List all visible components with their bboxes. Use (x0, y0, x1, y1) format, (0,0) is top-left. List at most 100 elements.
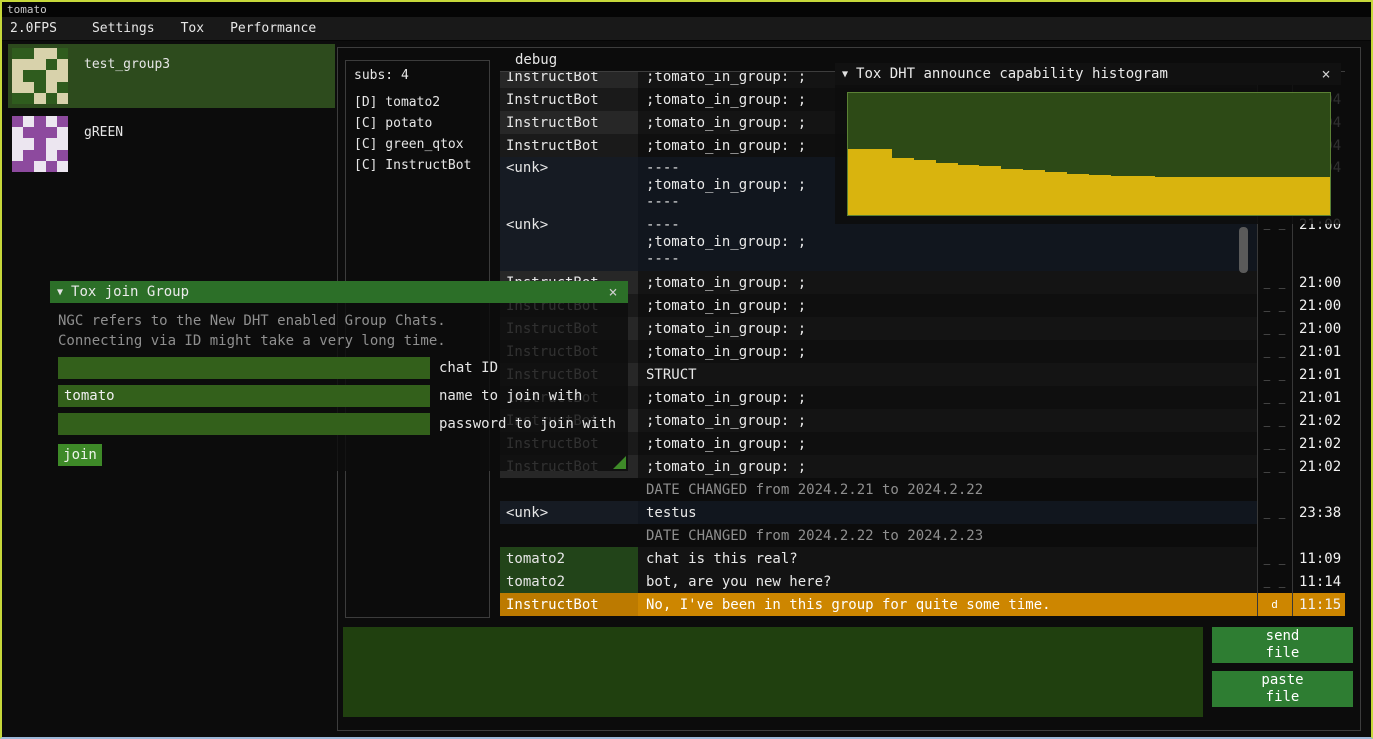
message-text: bot, are you new here? (638, 570, 1257, 593)
app-window: tomato 2.0FPS Settings Tox Performance t… (0, 0, 1373, 739)
resize-grip[interactable] (613, 456, 626, 469)
chat-id-input[interactable] (58, 357, 430, 379)
message-flags: _ _ (1257, 317, 1292, 340)
message-author: tomato2 (500, 547, 638, 570)
message-time: 21:01 (1292, 363, 1345, 386)
info-line: NGC refers to the New DHT enabled Group … (58, 311, 620, 331)
field-row: chat ID (58, 357, 620, 379)
message-author: <unk> (500, 501, 638, 524)
chat-message-row[interactable]: <unk> testus _ _ 23:38 (500, 501, 1345, 524)
message-flags (1257, 478, 1292, 501)
menu-item-tox[interactable]: Tox (168, 21, 217, 36)
paste-file-button[interactable]: paste file (1212, 671, 1353, 707)
chat-message-row[interactable]: InstructBot No, I've been in this group … (500, 593, 1345, 616)
message-author: InstructBot (500, 134, 638, 157)
message-author: <unk> (500, 157, 638, 214)
histogram-bar (979, 166, 1001, 215)
message-flags: _ _ (1257, 271, 1292, 294)
histogram-bar (1177, 177, 1199, 215)
group-avatar (12, 116, 68, 172)
histogram-bar (848, 149, 870, 215)
histogram-bar (1155, 177, 1177, 215)
chat-message-row[interactable]: tomato2 bot, are you new here? _ _ 11:14 (500, 570, 1345, 593)
histogram-bar (870, 149, 892, 215)
histogram-window-titlebar[interactable]: ▼ Tox DHT announce capability histogram … (835, 63, 1341, 85)
histogram-bar (914, 160, 936, 215)
message-time (1292, 524, 1345, 547)
tab-debug[interactable]: debug (500, 50, 567, 70)
message-time: 21:02 (1292, 455, 1345, 478)
message-time: 11:15 (1292, 593, 1345, 616)
histogram-bar (1111, 176, 1133, 215)
message-text: ;tomato_in_group: ; (638, 317, 1257, 340)
message-flags: d (1257, 593, 1292, 616)
join-password-input[interactable] (58, 413, 430, 435)
join-fields: chat ID tomato name to join with passwor… (58, 357, 620, 435)
group-item-test_group3[interactable]: test_group3 (8, 44, 335, 108)
histogram-bar (1308, 177, 1330, 215)
close-icon[interactable]: × (1318, 65, 1334, 83)
collapse-arrow-icon[interactable]: ▼ (842, 69, 848, 80)
chat-message-row[interactable]: DATE CHANGED from 2024.2.21 to 2024.2.22 (500, 478, 1345, 501)
member-instructbot[interactable]: [C] InstructBot (346, 155, 489, 176)
histogram-bar (958, 165, 980, 215)
message-time: 21:01 (1292, 340, 1345, 363)
histogram-bar (1023, 170, 1045, 215)
message-text: DATE CHANGED from 2024.2.22 to 2024.2.23 (638, 524, 1257, 547)
histogram-bar (1264, 177, 1286, 215)
message-time: 21:00 (1292, 294, 1345, 317)
chat-message-row[interactable]: DATE CHANGED from 2024.2.22 to 2024.2.23 (500, 524, 1345, 547)
message-text: ;tomato_in_group: ; (638, 432, 1257, 455)
dht-histogram-plot (847, 92, 1331, 216)
message-flags: _ _ (1257, 570, 1292, 593)
message-time: 21:02 (1292, 409, 1345, 432)
field-label: name to join with (439, 388, 582, 404)
member-tomato2[interactable]: [D] tomato2 (346, 92, 489, 113)
chat-message-row[interactable]: tomato2 chat is this real? _ _ 11:09 (500, 547, 1345, 570)
message-time: 21:00 (1292, 271, 1345, 294)
menu-item-performance[interactable]: Performance (217, 21, 329, 36)
group-item-green[interactable]: gREEN (8, 112, 335, 176)
message-text: ;tomato_in_group: ; (638, 409, 1257, 432)
message-time (1292, 478, 1345, 501)
member-potato[interactable]: [C] potato (346, 113, 489, 134)
menu-bar: 2.0FPS Settings Tox Performance (2, 17, 1371, 41)
histogram-bar (1199, 177, 1221, 215)
histogram-bar (1220, 177, 1242, 215)
join-window-titlebar[interactable]: ▼ Tox join Group × (50, 281, 628, 303)
message-flags: _ _ (1257, 501, 1292, 524)
join-button[interactable]: join (58, 444, 102, 466)
message-flags: _ _ (1257, 340, 1292, 363)
join-name-input[interactable]: tomato (58, 385, 430, 407)
join-window-title: Tox join Group (71, 284, 605, 300)
message-time: 21:01 (1292, 386, 1345, 409)
field-row: password to join with (58, 413, 620, 435)
message-flags: _ _ (1257, 455, 1292, 478)
menu-items: Settings Tox Performance (79, 21, 329, 36)
message-time: 21:00 (1292, 317, 1345, 340)
close-icon[interactable]: × (605, 283, 621, 301)
member-green-qtox[interactable]: [C] green_qtox (346, 134, 489, 155)
message-author: tomato2 (500, 570, 638, 593)
message-text: chat is this real? (638, 547, 1257, 570)
menu-item-settings[interactable]: Settings (79, 21, 168, 36)
histogram-bar (936, 163, 958, 215)
message-flags: _ _ (1257, 294, 1292, 317)
message-time: 23:38 (1292, 501, 1345, 524)
histogram-bar (1067, 174, 1089, 215)
chat-scrollbar-thumb[interactable] (1239, 227, 1248, 273)
group-list: test_group3 gREEN (8, 44, 335, 180)
message-author (500, 524, 638, 547)
group-name: gREEN (84, 125, 123, 176)
message-flags: _ _ (1257, 386, 1292, 409)
send-file-button[interactable]: send file (1212, 627, 1353, 663)
message-text: ;tomato_in_group: ; (638, 455, 1257, 478)
message-author: InstructBot (500, 111, 638, 134)
message-author (500, 478, 638, 501)
collapse-arrow-icon[interactable]: ▼ (57, 287, 63, 298)
message-text: testus (638, 501, 1257, 524)
message-input[interactable] (343, 627, 1203, 717)
field-row: tomato name to join with (58, 385, 620, 407)
histogram-bar (1089, 175, 1111, 215)
histogram-window-body (835, 85, 1341, 224)
